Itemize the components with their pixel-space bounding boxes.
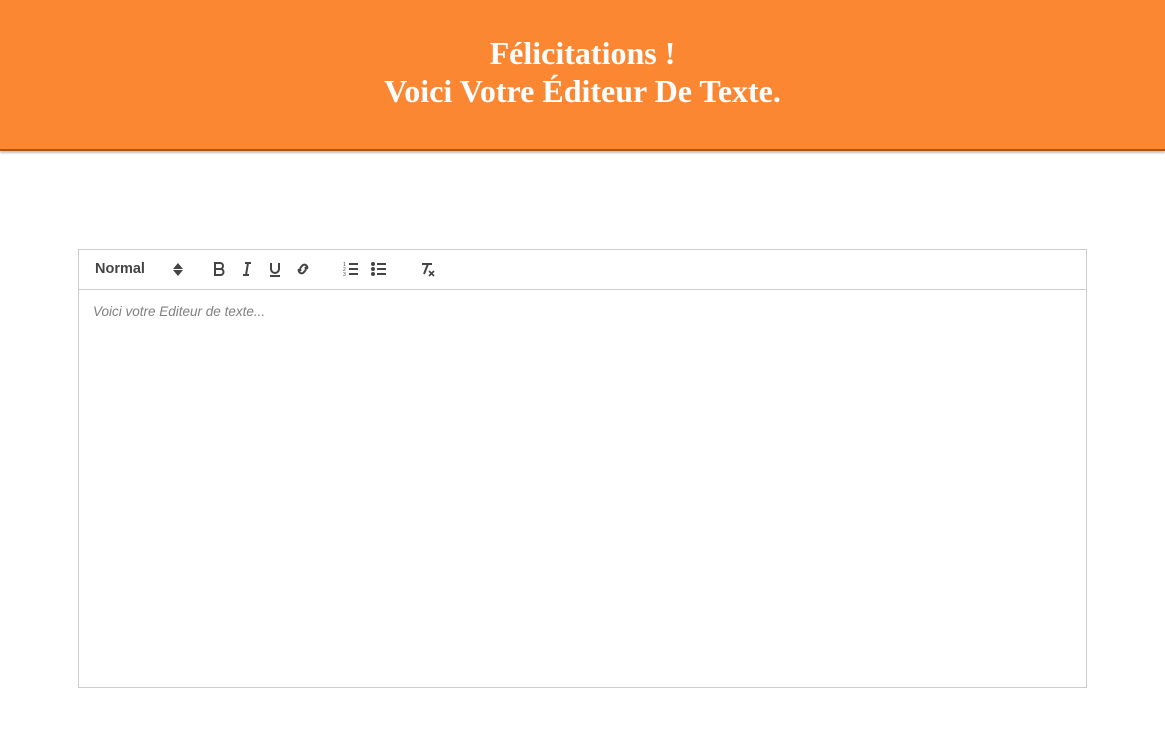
italic-button[interactable] — [233, 257, 261, 281]
editor-textarea[interactable]: Voici votre Editeur de texte... — [78, 290, 1087, 688]
bullet-list-icon — [370, 260, 388, 278]
clear-format-icon — [418, 260, 436, 278]
underline-button[interactable] — [261, 257, 289, 281]
page-header: Félicitations ! Voici Votre Éditeur De T… — [0, 0, 1165, 151]
ordered-list-button[interactable]: 1 2 3 — [337, 257, 365, 281]
list-group: 1 2 3 — [337, 257, 393, 281]
editor-placeholder: Voici votre Editeur de texte... — [93, 304, 265, 319]
editor-toolbar: Normal — [78, 249, 1087, 290]
bullet-list-button[interactable] — [365, 257, 393, 281]
title-line-2: Voici Votre Éditeur De Texte. — [384, 73, 781, 109]
editor-container: Normal — [78, 249, 1087, 688]
link-button[interactable] — [289, 257, 317, 281]
link-icon — [294, 260, 312, 278]
ordered-list-icon: 1 2 3 — [342, 260, 360, 278]
page-title: Félicitations ! Voici Votre Éditeur De T… — [0, 34, 1165, 111]
bold-icon — [210, 260, 228, 278]
svg-text:3: 3 — [343, 272, 346, 278]
title-line-1: Félicitations ! — [490, 35, 676, 71]
italic-icon — [238, 260, 256, 278]
clear-format-button[interactable] — [413, 257, 441, 281]
chevron-up-down-icon — [173, 263, 183, 276]
underline-icon — [266, 260, 284, 278]
header-format-select[interactable]: Normal — [93, 261, 183, 277]
bold-button[interactable] — [205, 257, 233, 281]
header-format-label: Normal — [95, 261, 145, 277]
clean-group — [413, 257, 441, 281]
format-group — [205, 257, 317, 281]
